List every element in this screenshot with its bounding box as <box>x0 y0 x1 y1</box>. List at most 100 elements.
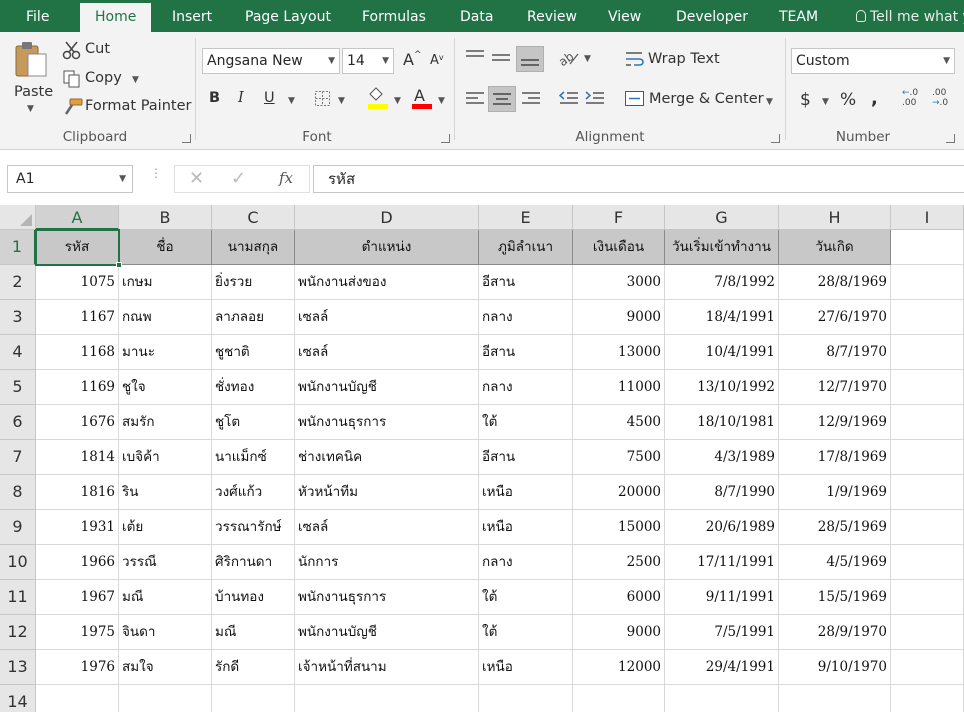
cell-f7[interactable]: 7500 <box>573 440 665 475</box>
font-dialog-launcher-icon[interactable] <box>441 134 450 143</box>
cell-i7[interactable] <box>891 440 964 475</box>
fill-color-button[interactable]: ▼ <box>366 86 402 112</box>
cell-d10[interactable]: นักการ <box>295 545 479 580</box>
cell-i10[interactable] <box>891 545 964 580</box>
cell-f10[interactable]: 2500 <box>573 545 665 580</box>
cell-a9[interactable]: 1931 <box>36 510 119 545</box>
cell-d13[interactable]: เจ้าหน้าที่สนาม <box>295 650 479 685</box>
cell-b13[interactable]: สมใจ <box>119 650 212 685</box>
cell-e7[interactable]: อีสาน <box>479 440 573 475</box>
cell-i12[interactable] <box>891 615 964 650</box>
percent-button[interactable]: % <box>840 90 856 110</box>
wrap-text-button[interactable]: Wrap Text <box>624 49 724 71</box>
cell-c6[interactable]: ชูโต <box>212 405 295 440</box>
cell-e3[interactable]: กลาง <box>479 300 573 335</box>
cell-a6[interactable]: 1676 <box>36 405 119 440</box>
cell-g4[interactable]: 10/4/1991 <box>665 335 779 370</box>
tab-formulas[interactable]: Formulas <box>362 0 426 32</box>
row-header-12[interactable]: 12 <box>0 615 36 650</box>
cell-c8[interactable]: วงศ์แก้ว <box>212 475 295 510</box>
merge-center-button[interactable]: Merge & Center ▼ <box>624 89 779 111</box>
format-painter-button[interactable]: Format Painter <box>62 97 191 119</box>
cell-d4[interactable]: เซลล์ <box>295 335 479 370</box>
row-header-14[interactable]: 14 <box>0 685 36 712</box>
row-header-6[interactable]: 6 <box>0 405 36 440</box>
cell-f14[interactable] <box>573 685 665 712</box>
cell-f1[interactable]: เงินเดือน <box>573 230 665 265</box>
tab-file[interactable]: File <box>26 0 49 32</box>
cell-h14[interactable] <box>779 685 891 712</box>
grow-font-button[interactable]: A^ <box>403 50 422 69</box>
cell-b5[interactable]: ชูใจ <box>119 370 212 405</box>
cell-b2[interactable]: เกษม <box>119 265 212 300</box>
cell-a8[interactable]: 1816 <box>36 475 119 510</box>
row-header-8[interactable]: 8 <box>0 475 36 510</box>
cell-i5[interactable] <box>891 370 964 405</box>
cell-e12[interactable]: ใต้ <box>479 615 573 650</box>
decrease-decimal-button[interactable]: .00 →.0 <box>932 88 956 114</box>
tab-team[interactable]: TEAM <box>779 0 818 32</box>
cell-b10[interactable]: วรรณี <box>119 545 212 580</box>
cell-g13[interactable]: 29/4/1991 <box>665 650 779 685</box>
cell-b6[interactable]: สมรัก <box>119 405 212 440</box>
cell-f12[interactable]: 9000 <box>573 615 665 650</box>
cell-c7[interactable]: นาแม็กซ์ <box>212 440 295 475</box>
align-left-icon[interactable] <box>464 90 486 110</box>
cell-i13[interactable] <box>891 650 964 685</box>
cell-h8[interactable]: 1/9/1969 <box>779 475 891 510</box>
clipboard-dialog-launcher-icon[interactable] <box>182 134 191 143</box>
borders-button[interactable]: ▼ <box>314 90 345 110</box>
font-name-dropdown[interactable]: Angsana New ▼ <box>202 48 340 74</box>
column-header-f[interactable]: F <box>573 205 665 230</box>
tab-view[interactable]: View <box>608 0 641 32</box>
increase-indent-icon[interactable] <box>584 90 606 110</box>
cell-i14[interactable] <box>891 685 964 712</box>
cell-c4[interactable]: ชูชาติ <box>212 335 295 370</box>
cell-g12[interactable]: 7/5/1991 <box>665 615 779 650</box>
cell-e9[interactable]: เหนือ <box>479 510 573 545</box>
currency-dropdown-icon[interactable]: ▼ <box>822 97 829 107</box>
cell-b4[interactable]: มานะ <box>119 335 212 370</box>
copy-dropdown-icon[interactable]: ▼ <box>132 75 139 85</box>
cell-h7[interactable]: 17/8/1969 <box>779 440 891 475</box>
cell-e6[interactable]: ใต้ <box>479 405 573 440</box>
cancel-formula-icon[interactable]: ✕ <box>189 168 204 189</box>
cell-d14[interactable] <box>295 685 479 712</box>
column-header-g[interactable]: G <box>665 205 779 230</box>
row-header-9[interactable]: 9 <box>0 510 36 545</box>
name-box[interactable]: A1 ▼ <box>7 165 133 193</box>
cell-h1[interactable]: วันเกิด <box>779 230 891 265</box>
cell-e14[interactable] <box>479 685 573 712</box>
cell-e10[interactable]: กลาง <box>479 545 573 580</box>
shrink-font-button[interactable]: Av <box>430 53 444 68</box>
underline-dropdown-icon[interactable]: ▼ <box>288 96 295 106</box>
cell-d3[interactable]: เซลล์ <box>295 300 479 335</box>
cell-h10[interactable]: 4/5/1969 <box>779 545 891 580</box>
cell-h2[interactable]: 28/8/1969 <box>779 265 891 300</box>
column-header-h[interactable]: H <box>779 205 891 230</box>
cell-f5[interactable]: 11000 <box>573 370 665 405</box>
cell-g11[interactable]: 9/11/1991 <box>665 580 779 615</box>
cell-f6[interactable]: 4500 <box>573 405 665 440</box>
align-right-icon[interactable] <box>520 90 542 110</box>
cell-e1[interactable]: ภูมิลำเนา <box>479 230 573 265</box>
cell-h5[interactable]: 12/7/1970 <box>779 370 891 405</box>
align-bottom-button[interactable] <box>516 46 544 72</box>
cell-i9[interactable] <box>891 510 964 545</box>
tab-home[interactable]: Home <box>80 3 152 32</box>
tab-data[interactable]: Data <box>460 0 493 32</box>
row-header-3[interactable]: 3 <box>0 300 36 335</box>
cell-f2[interactable]: 3000 <box>573 265 665 300</box>
italic-button[interactable]: I <box>238 90 244 106</box>
align-middle-icon[interactable] <box>490 48 512 68</box>
cell-i1[interactable] <box>891 230 964 265</box>
cell-f3[interactable]: 9000 <box>573 300 665 335</box>
cell-d7[interactable]: ช่างเทคนิค <box>295 440 479 475</box>
comma-style-button[interactable]: , <box>871 88 878 109</box>
font-color-button[interactable]: A ▼ <box>410 86 446 112</box>
cell-g14[interactable] <box>665 685 779 712</box>
row-header-10[interactable]: 10 <box>0 545 36 580</box>
cell-a1[interactable]: รหัส <box>36 230 119 265</box>
column-header-c[interactable]: C <box>212 205 295 230</box>
cell-b14[interactable] <box>119 685 212 712</box>
